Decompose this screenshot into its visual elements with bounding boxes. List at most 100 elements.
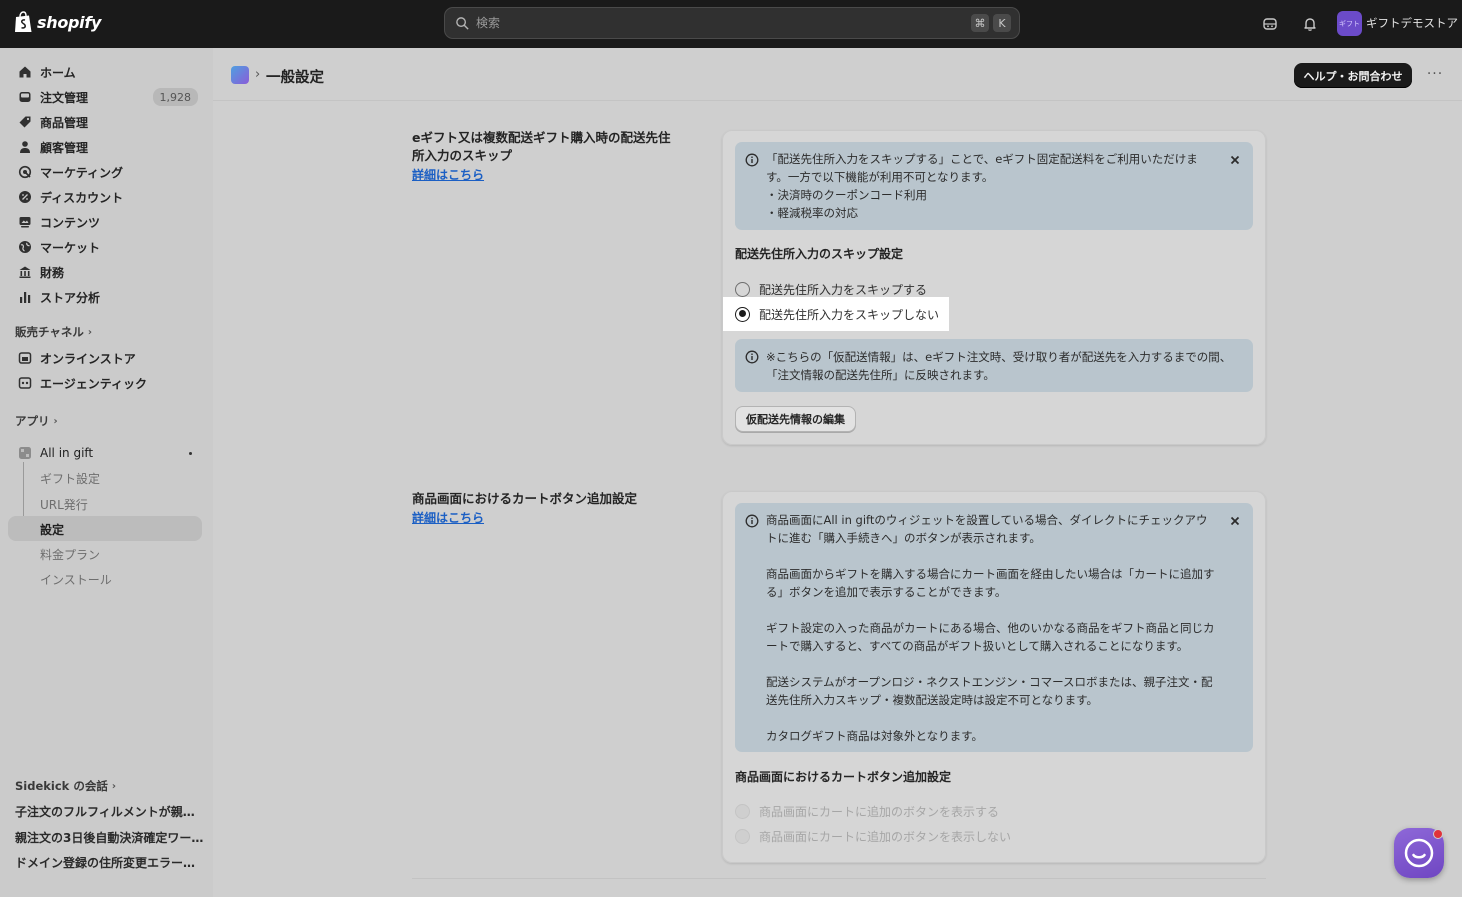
sidebar-item-label: All in gift	[40, 446, 94, 460]
app-icon	[19, 447, 31, 459]
person-icon	[20, 141, 30, 153]
radio-show-cart-button[interactable]: 商品画面にカートに追加のボタンを表示する	[735, 801, 999, 821]
sidebar-subitem-url[interactable]: URL発行	[8, 491, 202, 516]
sidebar-item-content[interactable]: コンテンツ	[8, 210, 202, 234]
sales-channels-label: 販売チャネル	[15, 325, 84, 339]
radio-label: 商品画面にカートに追加のボタンを表示しない	[759, 829, 1012, 844]
info-banner: 「配送先住所入力をスキップする」ことで、eギフト固定配送料をご利用いただけます。…	[735, 142, 1253, 230]
sidekick-icon[interactable]	[1260, 14, 1280, 34]
details-link[interactable]: 詳細はこちら	[412, 509, 484, 526]
sidebar-subitem-pricing[interactable]: 料金プラン	[8, 541, 202, 566]
skip-setting-subhead: 配送先住所入力のスキップ設定	[735, 247, 904, 261]
pin-dot-icon	[189, 452, 192, 455]
sidebar-item-online-store[interactable]: オンラインストア	[8, 346, 202, 370]
sidebar-item-customers[interactable]: 顧客管理	[8, 135, 202, 159]
cart-button-card: 商品画面にAll in giftのウィジェットを設置している場合、ダイレクトにチ…	[722, 491, 1266, 863]
sidebar-item-orders[interactable]: 注文管理 1,928	[8, 85, 202, 109]
sidebar-item-finance[interactable]: 財務	[8, 260, 202, 284]
target-icon	[18, 165, 32, 179]
sales-channels-header[interactable]: 販売チャネル ›	[15, 324, 92, 340]
sidebar-subitem-label: 料金プラン	[40, 548, 101, 562]
sidebar-item-label: 財務	[40, 265, 65, 280]
content-icon	[19, 217, 31, 228]
shopify-bag-icon	[15, 11, 32, 32]
sidebar-item-analytics[interactable]: ストア分析	[8, 285, 202, 309]
info-banner-text: 「配送先住所入力をスキップする」ことで、eギフト固定配送料をご利用いただけます。…	[766, 152, 1198, 220]
radio-label: 配送先住所入力をスキップしない	[759, 307, 940, 322]
kbd-k: K	[993, 14, 1011, 32]
sidebar-item-label: マーケット	[40, 240, 101, 255]
store-avatar[interactable]: ギフト	[1337, 11, 1362, 36]
radio-skip-address[interactable]: 配送先住所入力をスキップする	[735, 279, 927, 299]
sidebar-item-label: コンテンツ	[40, 215, 101, 230]
close-icon[interactable]	[1229, 154, 1241, 166]
sidebar-item-label: ディスカウント	[40, 190, 124, 205]
details-link[interactable]: 詳細はこちら	[412, 166, 484, 183]
sidebar-subitem-label: インストール	[40, 573, 112, 587]
header-divider	[213, 100, 1462, 101]
sidebar-subitem-label: 設定	[40, 523, 65, 537]
sidebar-subitem-label: ギフト設定	[40, 472, 101, 486]
more-actions-icon[interactable]: ···	[1425, 66, 1445, 84]
sidebar-item-agentic[interactable]: エージェンティック	[8, 371, 202, 395]
radio-no-skip-address[interactable]: 配送先住所入力をスキップしない	[735, 304, 939, 324]
note-banner-text: ※こちらの「仮配送情報」は、eギフト注文時、受け取り者が配送先を入力するまでの間…	[766, 350, 1232, 382]
sidebar-item-markets[interactable]: マーケット	[8, 235, 202, 259]
conversation-item[interactable]: 子注文のフルフィルメントが親注文へ反映されない	[15, 803, 205, 820]
sidebar-item-label: 商品管理	[40, 115, 89, 130]
close-icon[interactable]	[1229, 515, 1241, 527]
discount-icon	[19, 191, 31, 203]
chevron-right-icon: ›	[111, 780, 116, 792]
radio-circle[interactable]	[735, 281, 750, 297]
apps-label: アプリ	[15, 414, 50, 428]
bar-chart-icon	[20, 292, 31, 303]
sidebar-item-label: マーケティング	[40, 165, 124, 180]
radio-circle-disabled[interactable]	[735, 803, 750, 819]
info-banner: 商品画面にAll in giftのウィジェットを設置している場合、ダイレクトにチ…	[735, 503, 1253, 752]
sidekick-header[interactable]: Sidekick の会話 ›	[15, 778, 116, 794]
storefront-icon	[18, 352, 32, 364]
unread-dot-icon	[1433, 829, 1443, 839]
radio-circle-disabled[interactable]	[735, 828, 750, 844]
radio-label: 商品画面にカートに追加のボタンを表示する	[759, 804, 1000, 819]
all-in-gift-app-icon[interactable]	[231, 66, 249, 84]
edit-temp-shipping-button[interactable]: 仮配送先情報の編集	[735, 406, 856, 432]
search-input[interactable]	[476, 16, 956, 30]
sidebar-subitem-install[interactable]: インストール	[8, 566, 202, 591]
temporary-shipping-note-banner: ※こちらの「仮配送情報」は、eギフト注文時、受け取り者が配送先を入力するまでの間…	[735, 339, 1253, 392]
sidebar-subitem-gift-settings[interactable]: ギフト設定	[8, 465, 202, 490]
shopify-logo[interactable]: shopify	[14, 11, 101, 34]
sidebar-subitem-label: URL発行	[40, 498, 88, 512]
bottom-divider	[412, 878, 1266, 879]
breadcrumb-chevron-icon: ›	[255, 67, 261, 82]
apps-header[interactable]: アプリ ›	[15, 413, 58, 429]
tag-icon	[19, 116, 31, 128]
sidebar-subitem-settings[interactable]: 設定	[8, 516, 202, 541]
radio-hide-cart-button[interactable]: 商品画面にカートに追加のボタンを表示しない	[735, 826, 1011, 846]
sidebar-item-products[interactable]: 商品管理	[8, 110, 202, 134]
info-icon	[745, 514, 759, 528]
radio-circle-selected[interactable]	[735, 306, 750, 322]
section-title-skip-address: eギフト又は複数配送ギフト購入時の配送先住所入力のスキップ	[412, 130, 671, 163]
sidebar-item-home[interactable]: ホーム	[8, 60, 202, 84]
home-icon	[19, 66, 31, 78]
logo-text: shopify	[37, 13, 102, 32]
sidebar-item-label: 注文管理	[40, 90, 89, 105]
orders-count-badge: 1,928	[152, 88, 198, 106]
search-bar[interactable]: ⌘ K	[444, 7, 1020, 39]
sidebar-item-marketing[interactable]: マーケティング	[8, 160, 202, 184]
info-banner-text: 商品画面にAll in giftのウィジェットを設置している場合、ダイレクトにチ…	[766, 513, 1215, 743]
help-contact-button[interactable]: ヘルプ・お問合わせ	[1294, 63, 1412, 88]
store-name[interactable]: ギフトデモストア	[1366, 15, 1458, 31]
sidebar-item-discounts[interactable]: ディスカウント	[8, 185, 202, 209]
search-icon	[456, 16, 469, 30]
chevron-right-icon: ›	[53, 415, 58, 427]
sidebar-item-all-in-gift[interactable]: All in gift	[8, 441, 202, 465]
sidebar-item-label: ホーム	[40, 65, 76, 80]
conversation-item[interactable]: ドメイン登録の住所変更エラーについて	[15, 854, 205, 871]
bank-icon	[19, 266, 31, 278]
notification-bell-icon[interactable]	[1300, 14, 1320, 34]
sidebar-item-label: オンラインストア	[40, 351, 136, 366]
conversation-item[interactable]: 親注文の3日後自動決済確定ワークフロー	[15, 829, 205, 846]
info-icon	[745, 350, 759, 364]
